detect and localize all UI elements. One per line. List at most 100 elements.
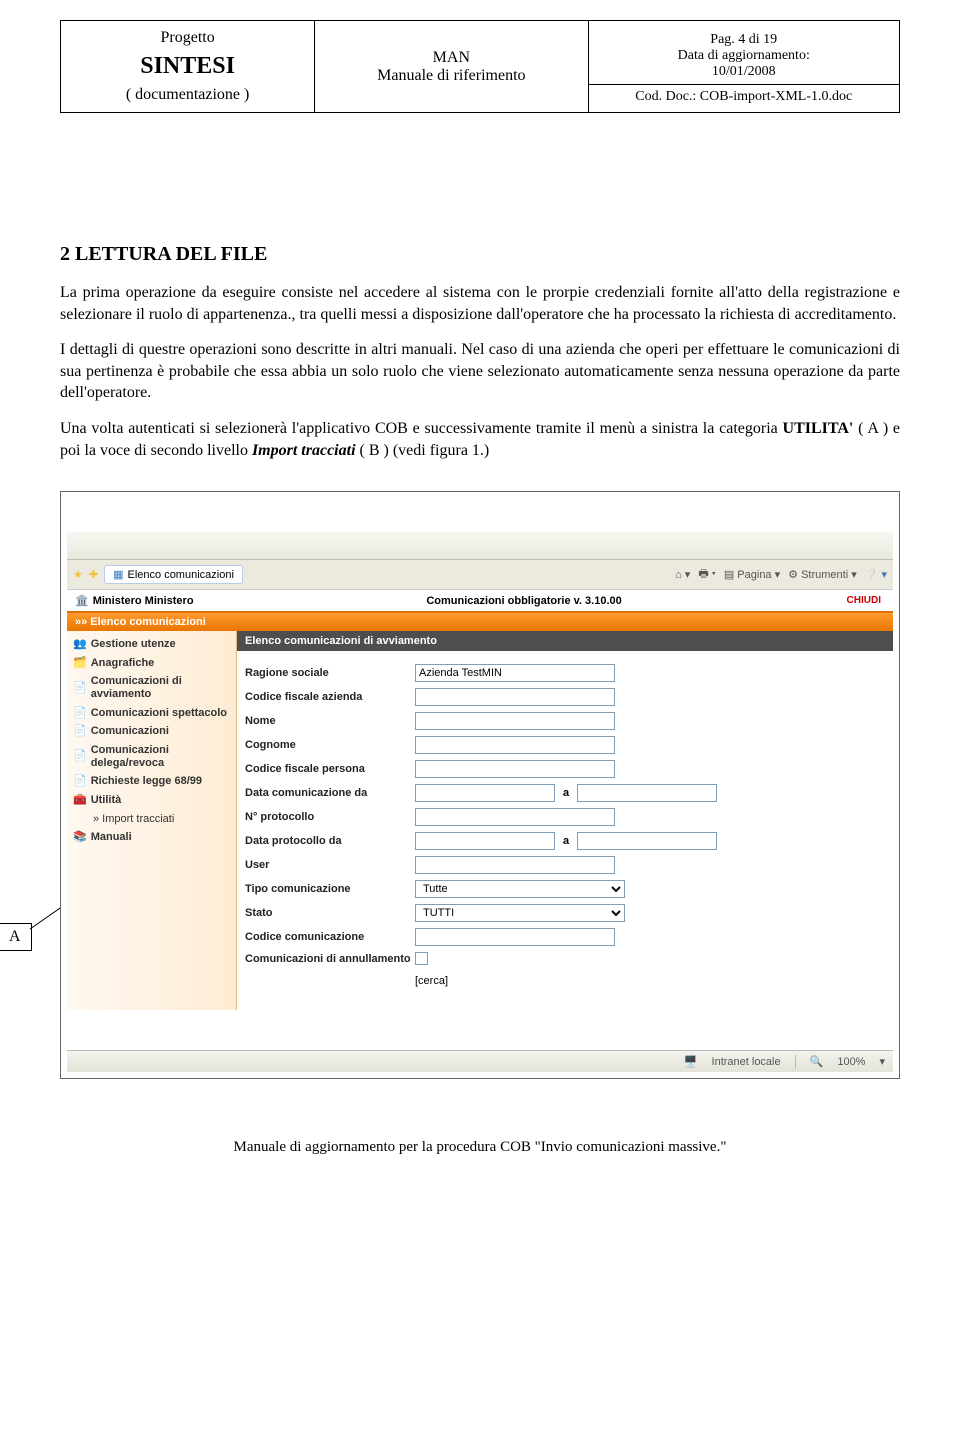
input-data-prot-da[interactable]: [415, 832, 555, 850]
sidebar-sub-import-tracciati[interactable]: » Import tracciati: [67, 810, 236, 829]
label-data-prot-da: Data protocollo da: [245, 835, 415, 847]
ie-command-bar: ⌂ ▾ 🖶 ▾ ▤ Pagina ▾ ⚙ Strumenti ▾ ❔ ▾: [675, 565, 887, 584]
sidebar-item-com-spettacolo[interactable]: 📄Comunicazioni spettacolo: [67, 704, 236, 723]
sep-a2: a: [563, 835, 569, 847]
label-cf-persona: Codice fiscale persona: [245, 763, 415, 775]
row-tipo-com: Tipo comunicazione Tutte: [237, 877, 893, 901]
row-com-ann: Comunicazioni di annullamento: [237, 949, 893, 968]
page-icon: ▦: [113, 568, 123, 581]
label-stato: Stato: [245, 907, 415, 919]
input-nome[interactable]: [415, 712, 615, 730]
input-user[interactable]: [415, 856, 615, 874]
doc-header: Progetto SINTESI ( documentazione ) MAN …: [60, 20, 900, 113]
para-2: I dettagli di questre operazioni sono de…: [60, 339, 900, 404]
input-cognome[interactable]: [415, 736, 615, 754]
label-user: User: [245, 859, 415, 871]
row-data-com: Data comunicazione da a: [237, 781, 893, 805]
label-cognome: Cognome: [245, 739, 415, 751]
zone-icon: 🖥️: [684, 1055, 698, 1068]
doc-icon: 📄: [73, 682, 87, 695]
input-cf-persona[interactable]: [415, 760, 615, 778]
sidebar-item-com-avviamento[interactable]: 📄Comunicazioni di avviamento: [67, 672, 236, 703]
status-zone: Intranet locale: [712, 1056, 781, 1068]
para3-bold: UTILITA': [783, 420, 854, 437]
header-col-man: MAN Manuale di riferimento: [315, 21, 588, 112]
zoom-icon[interactable]: 🔍: [810, 1055, 824, 1068]
input-data-com-a[interactable]: [577, 784, 717, 802]
row-stato: Stato TUTTI: [237, 901, 893, 925]
app-title: Comunicazioni obbligatorie v. 3.10.00: [202, 595, 847, 607]
date-value: 10/01/2008: [601, 64, 888, 80]
man-top: MAN: [327, 49, 575, 67]
doc-icon: 📄: [73, 775, 87, 788]
input-data-prot-a[interactable]: [577, 832, 717, 850]
ie-menubar: [67, 532, 893, 560]
users-icon: 👥: [73, 638, 87, 651]
label-nome: Nome: [245, 715, 415, 727]
callout-a: A: [0, 923, 32, 951]
flag-icon: 🏛️: [75, 594, 89, 607]
tools-menu[interactable]: ⚙ Strumenti ▾: [788, 568, 857, 581]
page-menu[interactable]: ▤ Pagina ▾: [724, 568, 780, 581]
sidebar-item-delega-revoca[interactable]: 📄Comunicazioni delega/revoca: [67, 741, 236, 772]
status-zoom[interactable]: 100%: [837, 1056, 865, 1068]
row-ragione-sociale: Ragione sociale: [237, 661, 893, 685]
project-sub: ( documentazione ): [73, 86, 302, 104]
home-icon[interactable]: ⌂ ▾: [675, 568, 690, 581]
sidebar-item-gestione-utenze[interactable]: 👥Gestione utenze: [67, 635, 236, 654]
label-ragione-sociale: Ragione sociale: [245, 667, 415, 679]
app-body: 👥Gestione utenze 🗂️Anagrafiche 📄Comunica…: [67, 631, 893, 1010]
label-com-ann: Comunicazioni di annullamento: [245, 953, 415, 965]
page-footer: Manuale di aggiornamento per la procedur…: [60, 1139, 900, 1156]
ministry-logo: 🏛️ Ministero Ministero: [67, 590, 202, 611]
favorites-star-icon[interactable]: ★: [73, 568, 83, 581]
label-n-protocollo: N° protocollo: [245, 811, 415, 823]
add-tab-icon[interactable]: ✚: [89, 568, 98, 581]
section-heading: 2 LETTURA DEL FILE: [60, 243, 900, 266]
input-cod-com[interactable]: [415, 928, 615, 946]
select-stato[interactable]: TUTTI: [415, 904, 625, 922]
input-n-protocollo[interactable]: [415, 808, 615, 826]
sidebar-item-comunicazioni[interactable]: 📄Comunicazioni: [67, 722, 236, 741]
date-label: Data di aggiornamento:: [601, 48, 888, 64]
para-1: La prima operazione da eseguire consiste…: [60, 282, 900, 325]
close-link[interactable]: CHIUDI: [847, 595, 893, 606]
tools-icon: 🧰: [73, 794, 87, 807]
checkbox-com-ann[interactable]: [415, 952, 428, 965]
label-tipo-com: Tipo comunicazione: [245, 883, 415, 895]
header-col-meta: Pag. 4 di 19 Data di aggiornamento: 10/0…: [589, 21, 900, 112]
tab-title: Elenco comunicazioni: [128, 569, 234, 581]
sidebar-item-anagrafiche[interactable]: 🗂️Anagrafiche: [67, 654, 236, 673]
cerca-link[interactable]: [cerca]: [237, 972, 893, 990]
label-cod-com: Codice comunicazione: [245, 931, 415, 943]
zoom-chevron-icon[interactable]: ▾: [879, 1055, 885, 1068]
print-icon[interactable]: 🖶 ▾: [698, 565, 716, 584]
page-number: Pag. 4 di 19: [601, 32, 888, 48]
ministry-text: Ministero Ministero: [93, 595, 194, 607]
sidebar-item-richieste-6899[interactable]: 📄Richieste legge 68/99: [67, 772, 236, 791]
sidebar-item-manuali[interactable]: 📚Manuali: [67, 828, 236, 847]
book-icon: 📚: [73, 831, 87, 844]
man-sub: Manuale di riferimento: [327, 67, 575, 85]
app-header: 🏛️ Ministero Ministero Comunicazioni obb…: [67, 590, 893, 613]
cod-doc: Cod. Doc.: COB-import-XML-1.0.doc: [589, 84, 900, 109]
input-data-com-da[interactable]: [415, 784, 555, 802]
input-cf-azienda[interactable]: [415, 688, 615, 706]
para3-italic: Import tracciati: [252, 442, 356, 459]
label-cf-azienda: Codice fiscale azienda: [245, 691, 415, 703]
breadcrumb: »» Elenco comunicazioni: [67, 613, 893, 631]
help-icon[interactable]: ❔ ▾: [865, 568, 887, 581]
select-tipo-com[interactable]: Tutte: [415, 880, 625, 898]
para3-mid2: ( B ) (vedi figura 1.): [360, 442, 490, 459]
row-data-prot: Data protocollo da a: [237, 829, 893, 853]
row-cf-azienda: Codice fiscale azienda: [237, 685, 893, 709]
browser-tab[interactable]: ▦ Elenco comunicazioni: [104, 565, 243, 584]
sidebar-item-utilita[interactable]: 🧰Utilità: [67, 791, 236, 810]
ie-tabbar: ★ ✚ ▦ Elenco comunicazioni ⌂ ▾ 🖶 ▾ ▤ Pag…: [67, 560, 893, 590]
doc-icon: 📄: [73, 750, 87, 763]
para3-pre: Una volta autenticati si selezionerà l'a…: [60, 420, 783, 437]
input-ragione-sociale[interactable]: [415, 664, 615, 682]
para-3: Una volta autenticati si selezionerà l'a…: [60, 418, 900, 461]
project-name: SINTESI: [73, 53, 302, 80]
project-label: Progetto: [73, 29, 302, 47]
